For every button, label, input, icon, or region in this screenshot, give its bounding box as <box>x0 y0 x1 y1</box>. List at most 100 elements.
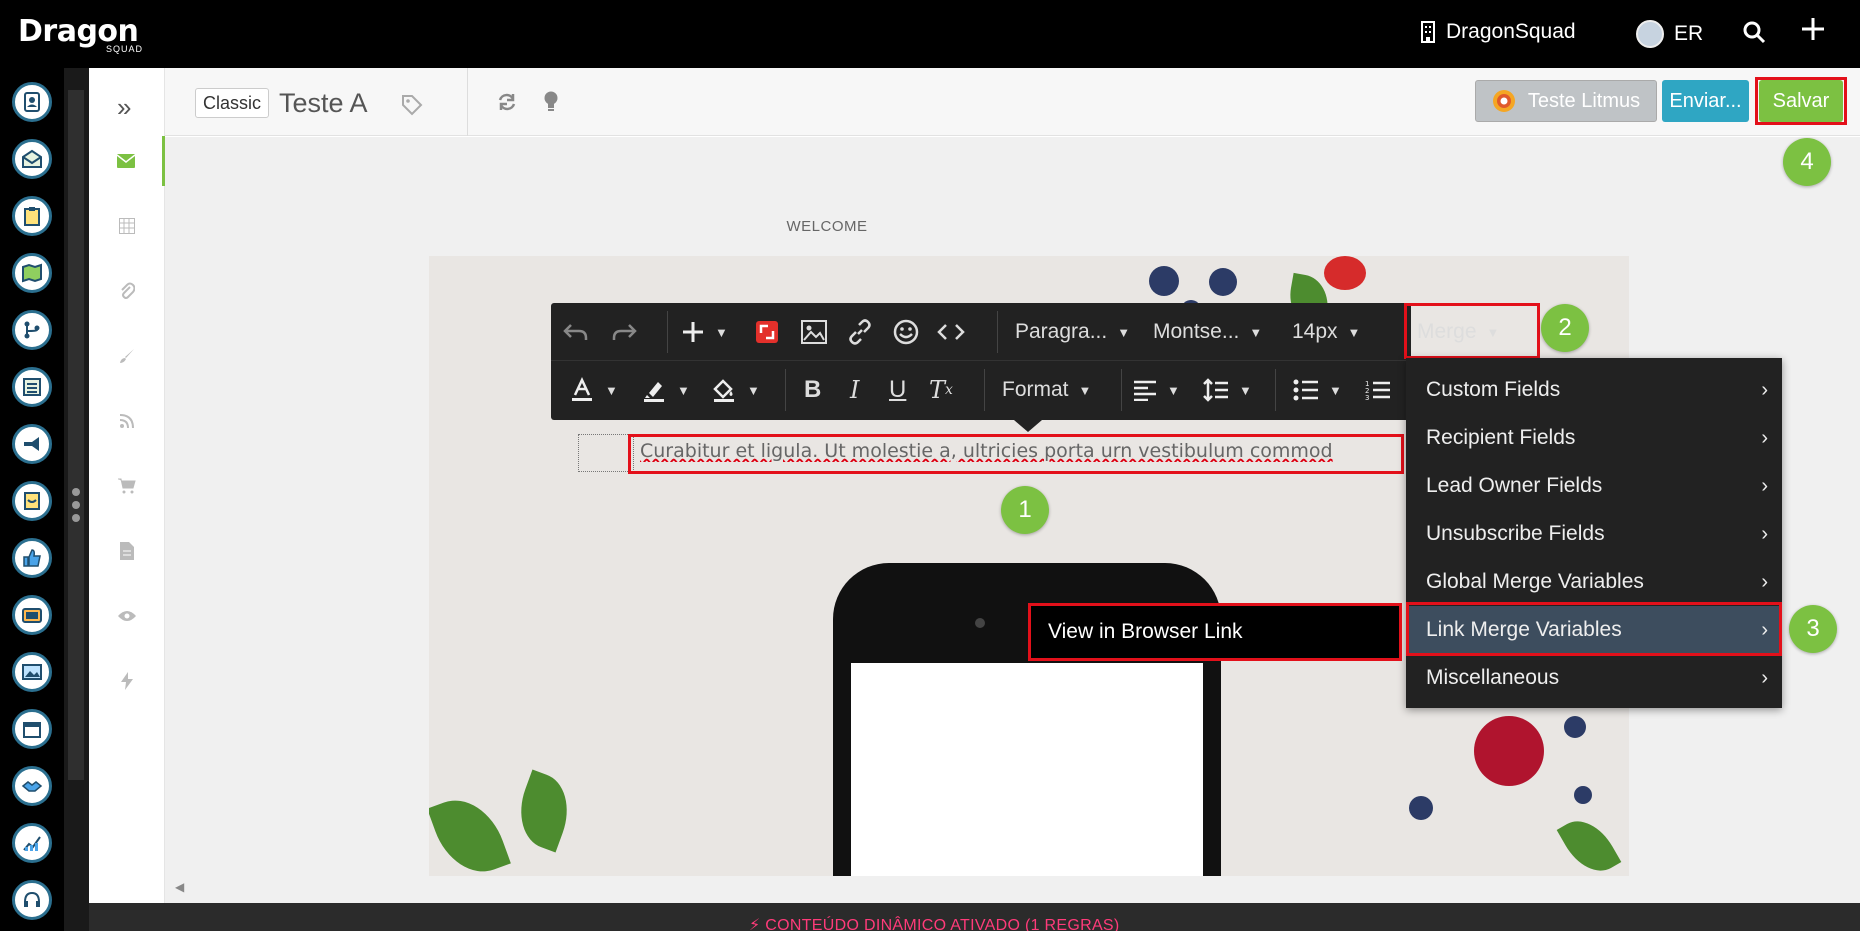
emoji-icon[interactable] <box>893 303 919 361</box>
chevron-down-icon: ▼ <box>1239 382 1252 398</box>
numbered-list-icon[interactable]: 123 <box>1365 361 1391 419</box>
align-menu[interactable]: ▼ <box>1133 361 1180 419</box>
add-icon[interactable] <box>1800 14 1826 48</box>
landing-page-icon[interactable] <box>12 652 52 692</box>
insert-menu[interactable]: ▼ <box>681 303 728 361</box>
bullet-list-menu[interactable]: ▼ <box>1293 361 1342 419</box>
blueberry-decor <box>1574 786 1592 804</box>
rail-scrollbar-thumb[interactable] <box>68 90 84 780</box>
contacts-icon[interactable] <box>12 82 52 122</box>
special-block-icon[interactable] <box>755 303 779 361</box>
font-size-select[interactable]: 14px ▼ <box>1292 303 1360 361</box>
format-select[interactable]: Format ▼ <box>1002 361 1091 419</box>
litmus-test-button[interactable]: Teste Litmus <box>1475 80 1657 122</box>
dragonsquad-logo[interactable]: Dragon SQUAD <box>18 14 142 54</box>
refresh-icon[interactable] <box>497 92 517 117</box>
user-initials: ER <box>1674 22 1704 45</box>
step-badge-2: 2 <box>1541 304 1589 352</box>
scroll-left-icon[interactable]: ◀ <box>175 880 184 894</box>
user-menu[interactable]: ER <box>1636 20 1703 48</box>
editor-header: Classic Teste A Teste Litmus Enviar... S… <box>165 68 1860 136</box>
toolbar-divider <box>785 369 786 411</box>
text-color-picker[interactable]: ▼ <box>569 361 618 419</box>
paragraph-select[interactable]: Paragra... ▼ <box>1015 303 1130 361</box>
table-icon <box>119 218 135 234</box>
chevron-down-icon: ▼ <box>1347 324 1361 340</box>
handshake-icon[interactable] <box>12 766 52 806</box>
sidebar-item-attachments[interactable] <box>89 266 165 316</box>
mode-badge[interactable]: Classic <box>195 88 270 118</box>
highlighter-icon <box>644 382 664 402</box>
canvas-horizontal-scrollbar[interactable]: ◀ <box>165 876 1860 902</box>
leaf-decor <box>508 769 580 853</box>
chevron-down-icon: ▼ <box>1078 382 1092 398</box>
clipboard-icon[interactable] <box>12 196 52 236</box>
menu-item-global-merge-variables[interactable]: Global Merge Variables › <box>1406 558 1782 606</box>
chevron-right-icon: › <box>1761 378 1768 401</box>
link-icon[interactable] <box>847 303 873 361</box>
toolbar-row-2: ▼ ▼ ▼ B I U Tx Format ▼ ▼ ▼ ▼ 123 <box>551 361 1411 419</box>
organization-switcher[interactable]: DragonSquad <box>1420 20 1576 44</box>
thumbs-up-icon[interactable] <box>12 538 52 578</box>
body-text-highlight <box>628 434 1404 474</box>
sidebar-item-document[interactable] <box>89 526 165 576</box>
image-icon[interactable] <box>801 303 827 361</box>
align-left-icon <box>1134 380 1156 401</box>
redo-icon[interactable] <box>611 303 637 361</box>
underline-icon[interactable]: U <box>889 361 906 419</box>
line-height-menu[interactable]: ▼ <box>1203 361 1252 419</box>
menu-item-lead-owner-fields[interactable]: Lead Owner Fields › <box>1406 462 1782 510</box>
sidebar-item-rss[interactable] <box>89 396 165 446</box>
email-icon[interactable] <box>12 139 52 179</box>
italic-icon[interactable]: I <box>850 361 859 419</box>
sidebar-item-email[interactable] <box>89 136 165 186</box>
analytics-icon[interactable] <box>12 823 52 863</box>
more-options-icon[interactable] <box>72 488 80 522</box>
undo-icon[interactable] <box>563 303 589 361</box>
bold-icon[interactable]: B <box>804 361 821 419</box>
page-title[interactable]: Teste A <box>279 88 368 119</box>
cart-icon <box>118 478 136 494</box>
workflow-icon[interactable] <box>12 310 52 350</box>
leaf-decor <box>1556 810 1622 878</box>
sidebar-item-commerce[interactable] <box>89 461 165 511</box>
search-icon[interactable] <box>1742 20 1766 49</box>
chevron-right-icon: › <box>1761 426 1768 449</box>
sidebar-item-table[interactable] <box>89 201 165 251</box>
dynamic-content-bar[interactable]: ⚡ CONTEÚDO DINÂMICO ATIVADO (1 REGRAS) <box>89 903 1860 931</box>
menu-item-miscellaneous[interactable]: Miscellaneous › <box>1406 654 1782 702</box>
font-family-select[interactable]: Montse... ▼ <box>1153 303 1262 361</box>
clear-format-icon[interactable]: Tx <box>929 361 953 419</box>
menu-item-custom-fields[interactable]: Custom Fields › <box>1406 366 1782 414</box>
menu-item-recipient-fields[interactable]: Recipient Fields › <box>1406 414 1782 462</box>
sidebar-item-design[interactable] <box>89 331 165 381</box>
megaphone-icon[interactable] <box>12 424 52 464</box>
background-color-picker[interactable]: ▼ <box>711 361 760 419</box>
rss-icon <box>119 414 134 429</box>
highlight-color-picker[interactable]: ▼ <box>641 361 690 419</box>
chevron-down-icon: ▼ <box>605 382 618 398</box>
support-icon[interactable] <box>12 880 52 920</box>
logo-subtext: SQUAD <box>106 44 144 54</box>
sidebar-item-preview[interactable] <box>89 591 165 641</box>
menu-item-label: Unsubscribe Fields <box>1426 522 1605 545</box>
webinar-icon[interactable] <box>12 595 52 635</box>
chevron-right-icon: › <box>1761 474 1768 497</box>
section-label: WELCOME <box>786 218 868 235</box>
form-icon[interactable] <box>12 481 52 521</box>
code-icon[interactable] <box>937 303 965 361</box>
tag-icon[interactable] <box>401 94 423 121</box>
toolbar-row-1: ▼ Paragra... ▼ Montse... ▼ 14px ▼ Merge ▼ <box>551 303 1499 361</box>
menu-item-unsubscribe-fields[interactable]: Unsubscribe Fields › <box>1406 510 1782 558</box>
header-divider <box>467 68 468 136</box>
lightbulb-icon[interactable] <box>543 91 559 118</box>
step-badge-4: 4 <box>1783 138 1831 186</box>
text-block-handle[interactable] <box>578 434 634 472</box>
sidebar-item-dynamic[interactable] <box>89 656 165 706</box>
blueberry-decor <box>1149 266 1179 296</box>
send-button[interactable]: Enviar... <box>1662 80 1749 122</box>
list-icon[interactable] <box>12 367 52 407</box>
map-icon[interactable] <box>12 253 52 293</box>
calendar-icon[interactable] <box>12 709 52 749</box>
expand-sidebar-icon[interactable]: » <box>117 92 131 123</box>
